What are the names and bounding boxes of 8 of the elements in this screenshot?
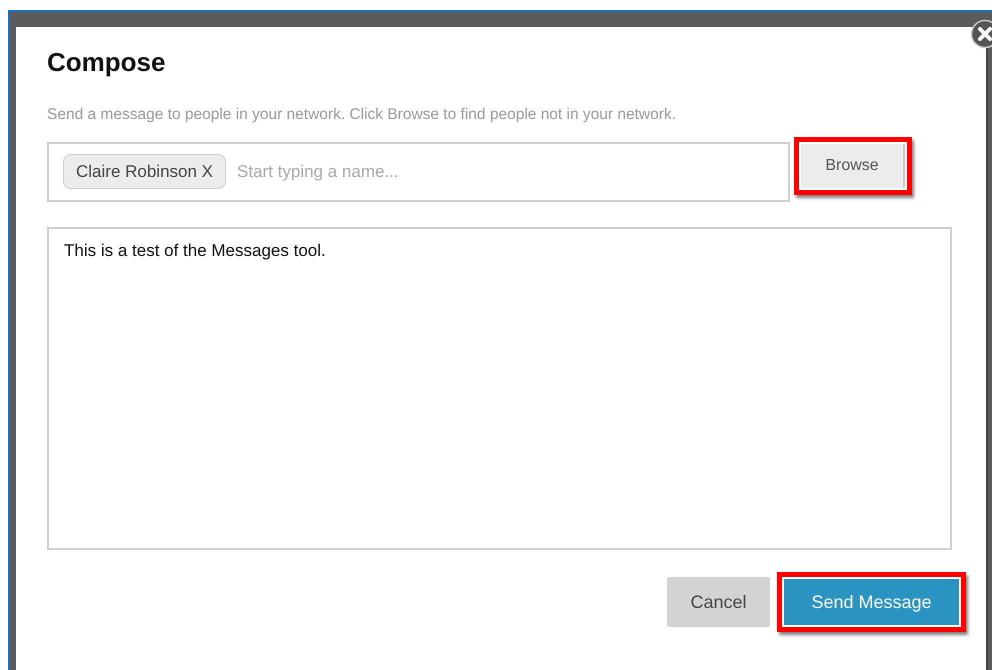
browse-button[interactable]: Browse (801, 144, 905, 188)
recipient-field[interactable]: Claire Robinson X Start typing a name... (47, 142, 790, 202)
recipient-chip[interactable]: Claire Robinson X (63, 154, 226, 189)
message-field[interactable]: This is a test of the Messages tool. (47, 227, 952, 550)
cancel-button[interactable]: Cancel (667, 577, 770, 627)
dialog-title: Compose (47, 47, 166, 78)
close-icon[interactable] (970, 19, 992, 49)
instructions-text: Send a message to people in your network. Click Browse to find people not in your network. (47, 106, 677, 124)
